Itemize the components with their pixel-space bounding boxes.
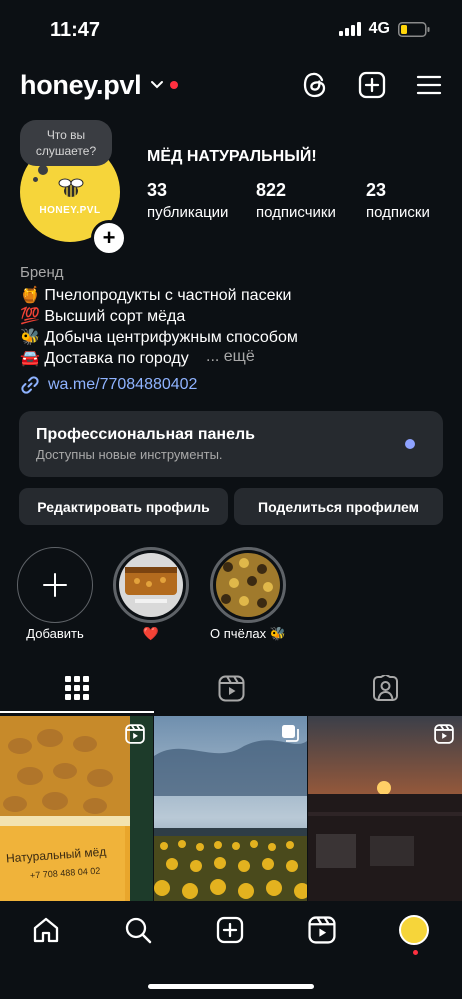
notification-dot — [170, 81, 178, 89]
reels-icon[interactable] — [306, 914, 338, 946]
share-profile-button[interactable]: Поделиться профилем — [234, 488, 443, 525]
profile-avatar-thumb — [399, 915, 429, 945]
tab-grid[interactable] — [62, 673, 92, 703]
stat-following-value: 23 — [366, 180, 387, 200]
network-type: 4G — [368, 20, 390, 37]
search-icon[interactable] — [122, 914, 154, 946]
create-icon[interactable] — [214, 914, 246, 946]
pro-panel-indicator — [405, 439, 415, 449]
bio-more-link[interactable]: ... ещё — [206, 348, 255, 366]
highlight-bees[interactable] — [210, 547, 286, 623]
profile-category: Бренд — [20, 264, 64, 281]
reels-icon — [218, 675, 244, 701]
highlight-cover — [216, 553, 280, 617]
post-tile[interactable] — [154, 716, 307, 901]
note-bubble-tail-small — [33, 177, 38, 182]
pro-panel-title: Профессиональная панель — [36, 426, 255, 443]
threads-icon[interactable] — [300, 70, 330, 100]
reels-badge-icon — [434, 724, 454, 744]
stat-posts-value: 33 — [147, 180, 168, 200]
bio-line: 💯 Высший сорт мёда — [20, 308, 186, 325]
bee-logo-icon — [58, 178, 84, 197]
multi-photo-icon — [282, 725, 299, 742]
status-time: 11:47 — [50, 19, 101, 41]
tagged-icon — [372, 674, 398, 701]
reels-badge-icon — [125, 724, 145, 744]
status-indicators: 4G — [338, 20, 430, 38]
stat-posts[interactable]: 33 публикации — [147, 180, 228, 221]
cellular-signal-icon — [338, 22, 361, 36]
profile-link[interactable]: wa.me/77084880402 — [20, 375, 197, 395]
bio-line: 🚘 Доставка по городу — [20, 350, 189, 367]
highlight-label: Добавить — [26, 626, 84, 641]
create-post-icon[interactable] — [357, 70, 387, 100]
bio-line: 🍯 Пчелопродукты с частной пасеки — [20, 287, 292, 304]
home-icon[interactable] — [30, 914, 62, 946]
chevron-down-icon[interactable] — [150, 80, 164, 90]
home-indicator — [148, 984, 314, 989]
note-bubble[interactable]: Что вы слушаете? — [20, 120, 112, 166]
plus-icon — [43, 573, 67, 597]
grid-icon — [65, 676, 89, 700]
highlight-cover — [119, 553, 183, 617]
stat-followers-label: подписчики — [256, 204, 336, 221]
active-tab-indicator — [0, 711, 154, 713]
highlight-heart[interactable] — [113, 547, 189, 623]
menu-icon[interactable] — [414, 70, 444, 100]
note-bubble-tail — [38, 165, 48, 175]
add-story-icon[interactable]: + — [91, 220, 127, 256]
post-image — [154, 716, 307, 901]
pro-panel-subtitle: Доступны новые инструменты. — [36, 447, 223, 462]
bio-line: 🐝 Добыча центрифужным способом — [20, 329, 298, 346]
profile-link-text[interactable]: wa.me/77084880402 — [48, 376, 197, 394]
stat-following-label: подписки — [366, 204, 430, 221]
stat-followers-value: 822 — [256, 180, 287, 200]
profile-display-name: МЁД НАТУРАЛЬНЫЙ! — [147, 148, 317, 165]
battery-icon — [398, 21, 430, 37]
professional-dashboard[interactable]: Профессиональная панель Доступны новые и… — [19, 411, 443, 477]
stat-followers[interactable]: 822 подписчики — [256, 180, 336, 221]
notification-dot — [413, 950, 418, 955]
highlight-label: О пчёлах 🐝 — [210, 626, 286, 641]
post-tile[interactable] — [308, 716, 462, 901]
tab-tagged[interactable] — [370, 673, 400, 703]
post-tile[interactable]: Натуральный мёд +7 708 488 04 02 — [0, 716, 153, 901]
edit-profile-button[interactable]: Редактировать профиль — [19, 488, 228, 525]
link-icon — [21, 376, 39, 394]
profile-avatar[interactable] — [398, 914, 430, 946]
stat-following[interactable]: 23 подписки — [366, 180, 430, 221]
tab-reels[interactable] — [216, 673, 246, 703]
profile-username[interactable]: honey.pvl — [20, 70, 142, 101]
new-highlight-button[interactable] — [17, 547, 93, 623]
avatar-brand-text: HONEY.PVL — [39, 205, 101, 216]
highlight-label: ❤️ — [142, 626, 160, 641]
stat-posts-label: публикации — [147, 204, 229, 221]
